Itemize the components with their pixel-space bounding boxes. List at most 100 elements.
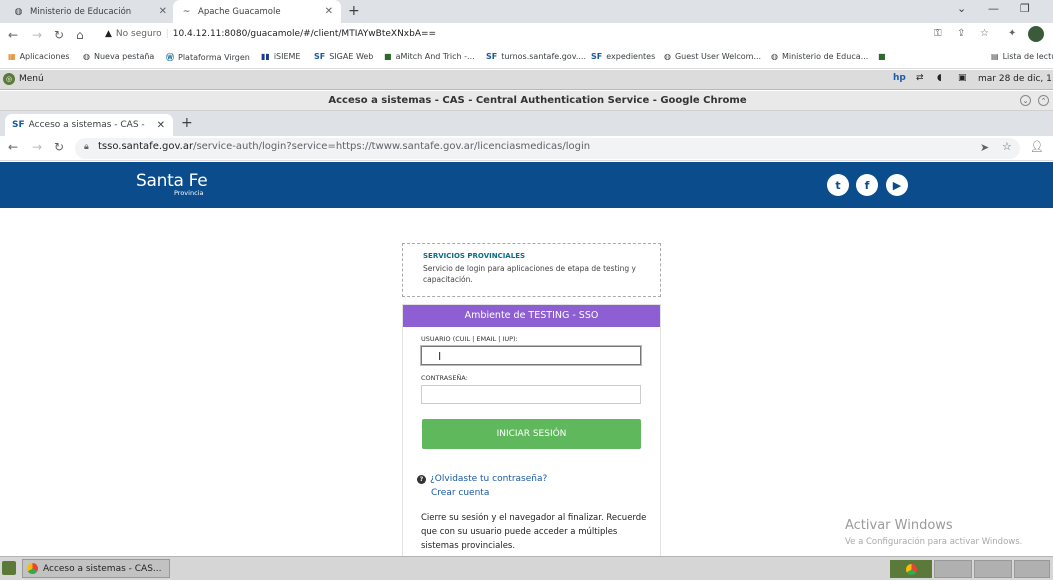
chrome-icon bbox=[27, 563, 38, 574]
forgot-password-link[interactable]: ? ¿Olvidaste tu contraseña? bbox=[417, 474, 547, 484]
green-square-icon: ■ bbox=[878, 52, 886, 61]
menu-logo-icon: ◎ bbox=[3, 73, 15, 85]
sf-icon: SF bbox=[591, 52, 603, 61]
bookmark-item[interactable]: ■ bbox=[878, 52, 890, 61]
minimize-button[interactable]: — bbox=[988, 2, 999, 15]
close-icon[interactable]: ✕ bbox=[157, 120, 165, 131]
monitor-icon[interactable]: ▣ bbox=[958, 73, 967, 83]
key-icon[interactable]: ⚿ bbox=[934, 28, 942, 39]
sf-icon: SF bbox=[12, 120, 25, 130]
forward-icon[interactable]: → bbox=[32, 28, 42, 42]
new-tab-button[interactable]: + bbox=[348, 3, 360, 19]
inner-tab-strip: SF Acceso a sistemas - CAS - ✕ + bbox=[0, 111, 1053, 136]
star-icon[interactable]: ☆ bbox=[1002, 140, 1012, 153]
user-label: USUARIO (CUIL | EMAIL | IUP): bbox=[421, 335, 518, 343]
menu-button[interactable]: ◎ Menú bbox=[3, 73, 44, 85]
workspace-2[interactable] bbox=[934, 560, 972, 578]
bookmark-item[interactable]: SF expedientes bbox=[591, 52, 655, 61]
volume-icon[interactable]: ◖ bbox=[937, 73, 942, 83]
start-menu-icon[interactable] bbox=[2, 561, 16, 575]
service-heading: SERVICIOS PROVINCIALES bbox=[423, 252, 526, 260]
bookmark-label: Nueva pestaña bbox=[93, 52, 155, 61]
share-icon[interactable]: ⇪ bbox=[957, 28, 965, 39]
close-icon[interactable]: ✕ bbox=[159, 6, 167, 17]
outer-tab-ministerio[interactable]: ◍ Ministerio de Educación ✕ bbox=[5, 0, 175, 23]
menu-label: Menú bbox=[19, 74, 44, 84]
facebook-icon[interactable]: f bbox=[856, 174, 878, 196]
workspace-4[interactable] bbox=[1014, 560, 1050, 578]
outer-address-bar: ← → ↻ ⌂ ▲ No seguro | 10.4.12.11:8080/guaca… bbox=[0, 23, 1053, 48]
password-input[interactable] bbox=[421, 385, 641, 404]
reload-icon[interactable]: ↻ bbox=[54, 140, 64, 154]
hp-icon[interactable]: hp bbox=[893, 73, 906, 83]
inner-window-titlebar: Acceso a sistemas - CAS - Central Authen… bbox=[0, 91, 1053, 111]
login-button[interactable]: INICIAR SESIÓN bbox=[422, 419, 641, 449]
twitter-icon[interactable]: t bbox=[827, 174, 849, 196]
sf-icon: SF bbox=[314, 52, 326, 61]
chevron-down-icon[interactable]: ⌄ bbox=[957, 2, 966, 15]
restore-button[interactable]: ❐ bbox=[1020, 2, 1030, 15]
reading-list[interactable]: ▤ Lista de lectu bbox=[991, 52, 1053, 61]
bookmark-item[interactable]: ■ aMitch And Trich -... bbox=[384, 52, 475, 61]
chevron-down-icon[interactable]: ⌄ bbox=[1020, 95, 1031, 106]
back-icon[interactable]: ← bbox=[8, 140, 18, 154]
url-path: /service-auth/login?service=https://twww… bbox=[193, 141, 591, 152]
warning-icon: ▲ bbox=[105, 29, 112, 39]
avatar[interactable] bbox=[1028, 26, 1044, 42]
bookmark-item[interactable]: SF turnos.santafe.gov.... bbox=[486, 52, 586, 61]
globe-icon: ◍ bbox=[83, 52, 90, 61]
inner-tab-label: Acceso a sistemas - CAS - bbox=[28, 120, 145, 130]
chrome-icon bbox=[905, 563, 917, 575]
clock[interactable]: mar 28 de dic, 1: bbox=[978, 74, 1053, 84]
bookmark-label: expedientes bbox=[606, 52, 656, 61]
service-info-box: SERVICIOS PROVINCIALES Servicio de login… bbox=[402, 243, 661, 297]
workspace-chrome[interactable] bbox=[890, 560, 932, 578]
bookmark-label: Lista de lectu bbox=[1002, 52, 1053, 61]
santa-fe-logo[interactable]: Santa Fe bbox=[136, 171, 208, 191]
outer-url-field[interactable]: ▲ No seguro | 10.4.12.11:8080/guacamole/#/c… bbox=[105, 29, 436, 39]
bookmark-item[interactable]: ◍ Ministerio de Educa... bbox=[771, 52, 868, 61]
outer-tab-guacamole[interactable]: ~ Apache Guacamole ✕ bbox=[173, 0, 341, 23]
reload-icon[interactable]: ↻ bbox=[54, 28, 64, 42]
home-icon[interactable]: ⌂ bbox=[76, 28, 84, 42]
workspace-3[interactable] bbox=[974, 560, 1012, 578]
taskbar-item-cas[interactable]: Acceso a sistemas - CAS... bbox=[22, 559, 170, 578]
bookmark-item[interactable]: SF SIGAE Web bbox=[314, 52, 373, 61]
back-icon[interactable]: ← bbox=[8, 28, 18, 42]
outer-url: 10.4.12.11:8080/guacamole/#/client/MTIAY… bbox=[172, 29, 437, 39]
bookmark-item[interactable]: ▦ Aplicaciones bbox=[8, 52, 70, 61]
new-tab-button[interactable]: + bbox=[181, 115, 193, 131]
chevron-up-icon[interactable]: ⌃ bbox=[1038, 95, 1049, 106]
network-icon[interactable]: ⇄ bbox=[916, 73, 924, 83]
outer-tab-label: Apache Guacamole bbox=[198, 6, 281, 17]
extensions-icon[interactable]: ✦ bbox=[1008, 28, 1016, 39]
forward-icon[interactable]: → bbox=[32, 140, 42, 154]
profile-icon[interactable]: 👤︎ bbox=[1030, 140, 1044, 153]
session-notice: Cierre su sesión y el navegador al final… bbox=[421, 513, 647, 551]
send-icon[interactable]: ➤ bbox=[980, 141, 989, 154]
windows-activation-subtitle: Ve a Configuración para activar Windows. bbox=[845, 537, 1023, 547]
bookmark-label: iSIEME bbox=[273, 52, 301, 61]
desktop-panel: ◎ Menú hp ⇄ ◖ ▣ mar 28 de dic, 1: bbox=[0, 70, 1053, 90]
bookmark-item[interactable]: Ⓦ Plataforma Virgen bbox=[166, 52, 250, 63]
login-card: Ambiente de TESTING - SSO USUARIO (CUIL … bbox=[402, 304, 661, 556]
bookmark-item[interactable]: ◍ Nueva pestaña bbox=[83, 52, 154, 61]
text-cursor-icon: I bbox=[438, 350, 442, 363]
taskbar: Acceso a sistemas - CAS... bbox=[0, 556, 1053, 580]
guacamole-icon: ~ bbox=[182, 6, 191, 17]
youtube-icon[interactable]: ▶ bbox=[886, 174, 908, 196]
username-input[interactable]: I bbox=[421, 346, 641, 365]
bookmark-label: Guest User Welcom... bbox=[674, 52, 762, 61]
apps-grid-icon: ▦ bbox=[8, 52, 16, 61]
inner-tab-cas[interactable]: SF Acceso a sistemas - CAS - ✕ bbox=[5, 114, 173, 136]
bookmark-item[interactable]: ▮▮ iSIEME bbox=[261, 52, 300, 61]
windows-activation-title: Activar Windows bbox=[845, 518, 953, 533]
outer-tab-label: Ministerio de Educación bbox=[30, 6, 132, 17]
bookmark-label: SIGAE Web bbox=[329, 52, 374, 61]
inner-address-bar: ← → ↻ 🔒︎ tsso.santafe.gov.ar/service-aut… bbox=[0, 136, 1053, 161]
create-account-link[interactable]: Crear cuenta bbox=[431, 488, 489, 498]
bookmark-item[interactable]: ◍ Guest User Welcom... bbox=[664, 52, 761, 61]
star-icon[interactable]: ☆ bbox=[980, 28, 989, 39]
lock-icon[interactable]: 🔒︎ bbox=[84, 142, 89, 152]
close-icon[interactable]: ✕ bbox=[325, 6, 333, 17]
